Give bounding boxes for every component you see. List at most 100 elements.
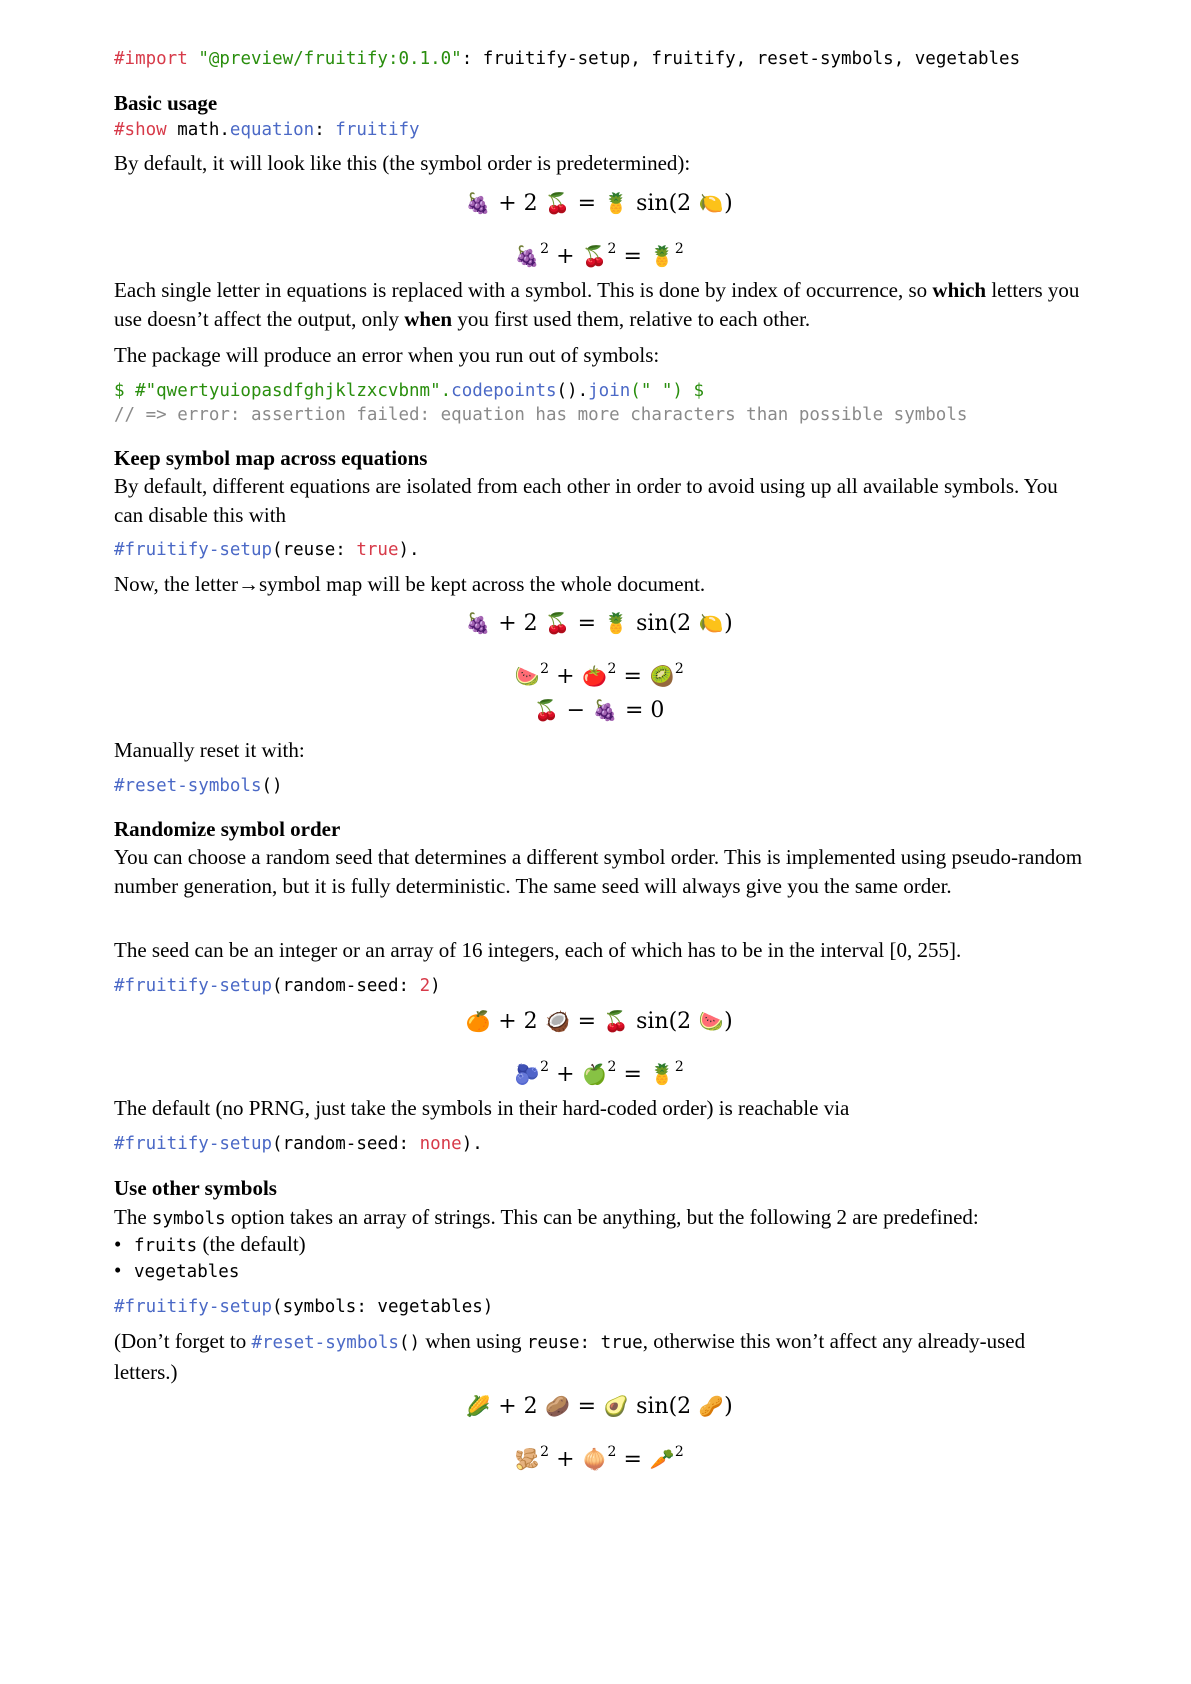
eq-text: + 2 [498,191,538,216]
watermelon-icon: 🍉 [514,664,540,688]
fruitify-setup-ident: #fruitify-setup [114,976,273,996]
equation-keep-1: 🍇 + 2 🍒 = 🍍 sin(2 🍋) [114,608,1084,639]
inline-code-symbols: symbols [151,1209,226,1229]
pineapple-icon: 🍍 [603,191,629,215]
heading-randomize: Randomize symbol order [114,817,341,841]
cherries-icon: 🍒 [582,244,607,268]
inline-code-vegetables: vegetables [134,1262,240,1282]
exponent: 2 [607,1059,617,1075]
eq-text: ) [724,611,733,636]
exponent: 2 [607,661,617,677]
paragraph-default-look: By default, it will look like this (the … [114,151,691,175]
code-text: : [314,120,336,140]
ginger-icon: 🫚 [514,1447,540,1471]
eq-text: + [556,244,575,269]
code-string: $ #"qwertyuiopasdfghjklzxcvbnm". [114,381,452,401]
green-apple-icon: 🍏 [582,1062,607,1086]
text: (the default) [197,1232,306,1256]
reset-symbols-ident: #reset-symbols [114,776,262,796]
fruitify-setup-ident: #fruitify-setup [114,540,273,560]
pineapple-icon: 🍍 [603,611,629,635]
reuse-code: #fruitify-setup(reuse: true). [114,537,1084,563]
corn-icon: 🌽 [465,1394,491,1418]
code-text: () [261,776,283,796]
error-comment: // => error: assertion failed: equation … [114,405,968,425]
true-value: true [356,540,399,560]
cherries-icon: 🍒 [534,698,560,722]
bold-when: when [404,307,453,331]
equation-vegetables-2: 🫚2 + 🧅2 = 🥕2 [114,1437,1084,1475]
onion-icon: 🧅 [582,1447,607,1471]
cherries-icon: 🍒 [603,1009,629,1033]
blueberries-icon: 🫐 [514,1062,540,1086]
grapes-icon: 🍇 [514,244,540,268]
eq-text: + 2 [498,1009,538,1034]
fruitify-setup-ident: #fruitify-setup [114,1134,273,1154]
exponent: 2 [674,1059,684,1075]
watermelon-icon: 🍉 [698,1009,724,1033]
code-text: math. [166,120,230,140]
lemon-icon: 🍋 [698,191,724,215]
equation-keep-2: 🍉2 + 🍅2 = 🥝2 [114,654,1084,692]
code-text: (symbols: vegetables) [272,1297,494,1317]
paragraph-manual-reset: Manually reset it with: [114,738,305,762]
paragraph-letter-replacement: Each single letter in equations is repla… [114,276,1084,334]
exponent: 2 [674,1444,684,1460]
equation-random-1: 🍊 + 2 🥥 = 🍒 sin(2 🍉) [114,1006,1084,1037]
pineapple-icon: 🍍 [649,244,675,268]
text: you first used them, relative to each ot… [452,307,811,331]
kiwi-icon: 🥝 [649,664,675,688]
error-example-code: $ #"qwertyuiopasdfghjklzxcvbnm".codepoin… [114,378,1084,404]
heading-other-symbols: Use other symbols [114,1176,277,1200]
cherries-icon: 🍒 [545,611,571,635]
pineapple-icon: 🍍 [649,1062,675,1086]
eq-text: + 2 [498,611,538,636]
exponent: 2 [674,241,684,257]
grapes-icon: 🍇 [592,698,618,722]
eq-text: ) [724,1394,733,1419]
show-rule-code: #show math.equation: fruitify [114,117,1084,143]
paragraph-default-prng: The default (no PRNG, just take the symb… [114,1096,850,1120]
eq-text: − [566,698,585,723]
text: (Don’t forget to [114,1329,252,1353]
equation-ident: equation [229,120,315,140]
heading-keep-symbol-map: Keep symbol map across equations [114,446,428,470]
eq-text: = [623,664,642,689]
bullet: • [114,1258,122,1282]
exponent: 2 [674,661,684,677]
eq-text: = [577,1394,597,1419]
grapes-icon: 🍇 [465,191,491,215]
code-text: (random-seed: [272,1134,420,1154]
eq-text: sin(2 [636,1394,692,1419]
paragraph-dont-forget: (Don’t forget to #reset-symbols() when u… [114,1327,1084,1387]
none-value: none [419,1134,462,1154]
eq-text: = [623,1447,642,1472]
equation-basic-2: 🍇2 + 🍒2 = 🍍2 [114,234,1084,272]
eq-text: = [577,1009,597,1034]
potato-icon: 🥔 [545,1394,571,1418]
eq-text: sin(2 [636,611,692,636]
eq-text: + [556,1062,575,1087]
random-seed-code: #fruitify-setup(random-seed: 2) [114,973,1084,999]
equation-keep-3: 🍒 − 🍇 = 0 [114,695,1084,726]
import-code-line: #import "@preview/fruitify:0.1.0": fruit… [114,46,1084,72]
text: Each single letter in equations is repla… [114,278,933,302]
import-names: : fruitify-setup, fruitify, reset-symbol… [461,49,1021,69]
eq-text: ) [724,1009,733,1034]
join-ident: join [588,381,631,401]
inline-code-fruits: fruits [134,1236,198,1256]
eq-text: sin(2 [636,191,692,216]
bullet: • [114,1232,122,1256]
eq-text: + [556,1447,575,1472]
exponent: 2 [540,1444,550,1460]
inline-code-parens: () [398,1333,421,1353]
exponent: 2 [540,1059,550,1075]
paragraph-random-seed: You can choose a random seed that determ… [114,845,1083,898]
eq-text: = [623,244,642,269]
code-text: ) [430,976,441,996]
codepoints-ident: codepoints [451,381,557,401]
eq-text: = 0 [625,698,665,723]
cherries-icon: 🍒 [545,191,571,215]
exponent: 2 [607,1444,617,1460]
random-seed-none-code: #fruitify-setup(random-seed: none). [114,1131,1084,1157]
